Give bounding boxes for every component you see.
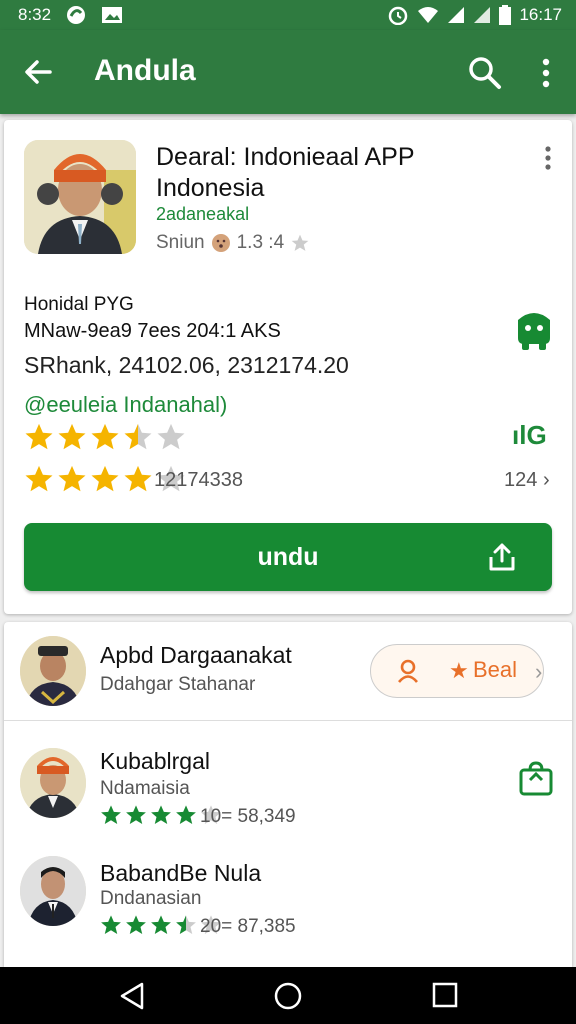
list-item-subtitle: Dndanasian [100,888,202,909]
status-time-left: 8:32 [18,5,52,24]
signal-icon [448,7,465,23]
star-icon [126,805,146,824]
star-icon [58,423,86,450]
signal-icon-2 [474,7,491,23]
app-detail-card: Dearal: Indonieaal APP Indonesia 2adanea… [4,120,572,614]
star-icon [91,423,119,450]
app-bar: Andula [0,30,576,114]
system-nav-bar [0,967,576,1024]
list-item-title: BabandBe Nula [100,860,262,886]
person-icon [397,659,419,683]
deal-pill-button[interactable]: ★ Beal › [370,644,544,698]
star-icon [91,465,119,492]
search-icon[interactable] [468,56,502,90]
app-bar-title: Andula [94,54,196,87]
list-item-title: Apbd Dargaanakat [100,642,292,668]
list-item-count: 20= 87,385 [200,916,296,937]
pill-label: Beal [473,657,518,682]
star-outline-icon [291,234,309,251]
rating-stars-1 [24,422,186,452]
reviews-count-right: 124 [504,469,538,491]
star-icon [58,465,86,492]
nav-home-icon[interactable] [273,981,303,1011]
star-icon [157,423,185,450]
install-label: undu [257,543,319,571]
nav-recents-icon[interactable] [432,981,458,1009]
star-icon [101,805,121,824]
avatar [20,636,86,706]
star-icon [101,915,121,934]
arrow-back-icon[interactable] [22,56,54,88]
related-list-card: Apbd Dargaanakat Ddahgar Stahanar ★ Beal… [4,622,572,967]
star-icon [25,423,53,450]
signal-text: ılG [512,420,547,450]
image-icon [102,7,123,23]
card-more-icon[interactable] [538,146,558,170]
avatar [20,856,86,926]
app-meta-rating: 1.3 :4 [236,232,285,253]
nav-back-icon[interactable] [118,981,146,1011]
review-count: 12174338 [154,469,243,491]
star-icon [25,465,53,492]
android-icon [518,313,550,350]
list-item-subtitle: Ndamaisia [100,778,190,799]
info-line-2: MNaw-9ea9 7ees 204:1 AKS [24,320,281,342]
list-item-title: Kubablrgal [100,748,210,774]
divider [4,720,572,721]
shopping-bag-icon[interactable] [518,760,554,796]
battery-icon [499,5,512,25]
info-line-4[interactable]: @eeuleia Indanahal) [24,392,227,418]
app-meta-prefix: Sniun [156,232,205,253]
avatar [20,748,86,818]
status-bar: 8:32 16:17 [0,0,576,30]
more-vert-icon[interactable] [534,56,558,90]
status-time-right: 16:17 [519,5,562,24]
app-name: Dearal: Indonieaal APP Indonesia [156,143,415,202]
app-icon[interactable] [24,140,136,254]
info-line-3: SRhank, 24102.06, 2312174.20 [24,352,349,378]
chevron-right-icon: › [542,469,550,491]
star-icon [126,915,146,934]
star-icon [176,915,196,934]
star-icon [151,805,171,824]
info-line-1: Honidal PYG [24,294,134,315]
star-icon [124,423,152,450]
reviews-link[interactable]: 124 › [504,469,550,492]
star-icon [124,465,152,492]
share-icon[interactable] [486,541,518,573]
star-icon: ★ [449,658,469,683]
chevron-right-icon: › [535,659,543,684]
star-icon [176,805,196,824]
star-icon [151,915,171,934]
age-badge-icon [211,234,230,252]
notification-icon [67,6,86,24]
developer-name[interactable]: 2adaneakal [156,204,249,225]
alarm-icon [389,6,408,25]
wifi-icon [418,7,439,23]
install-button[interactable]: undu [24,523,552,591]
list-item-count: 10= 58,349 [200,806,296,827]
app-meta: Sniun 1.3 :4 [156,232,310,254]
list-item-subtitle: Ddahgar Stahanar [100,674,256,695]
